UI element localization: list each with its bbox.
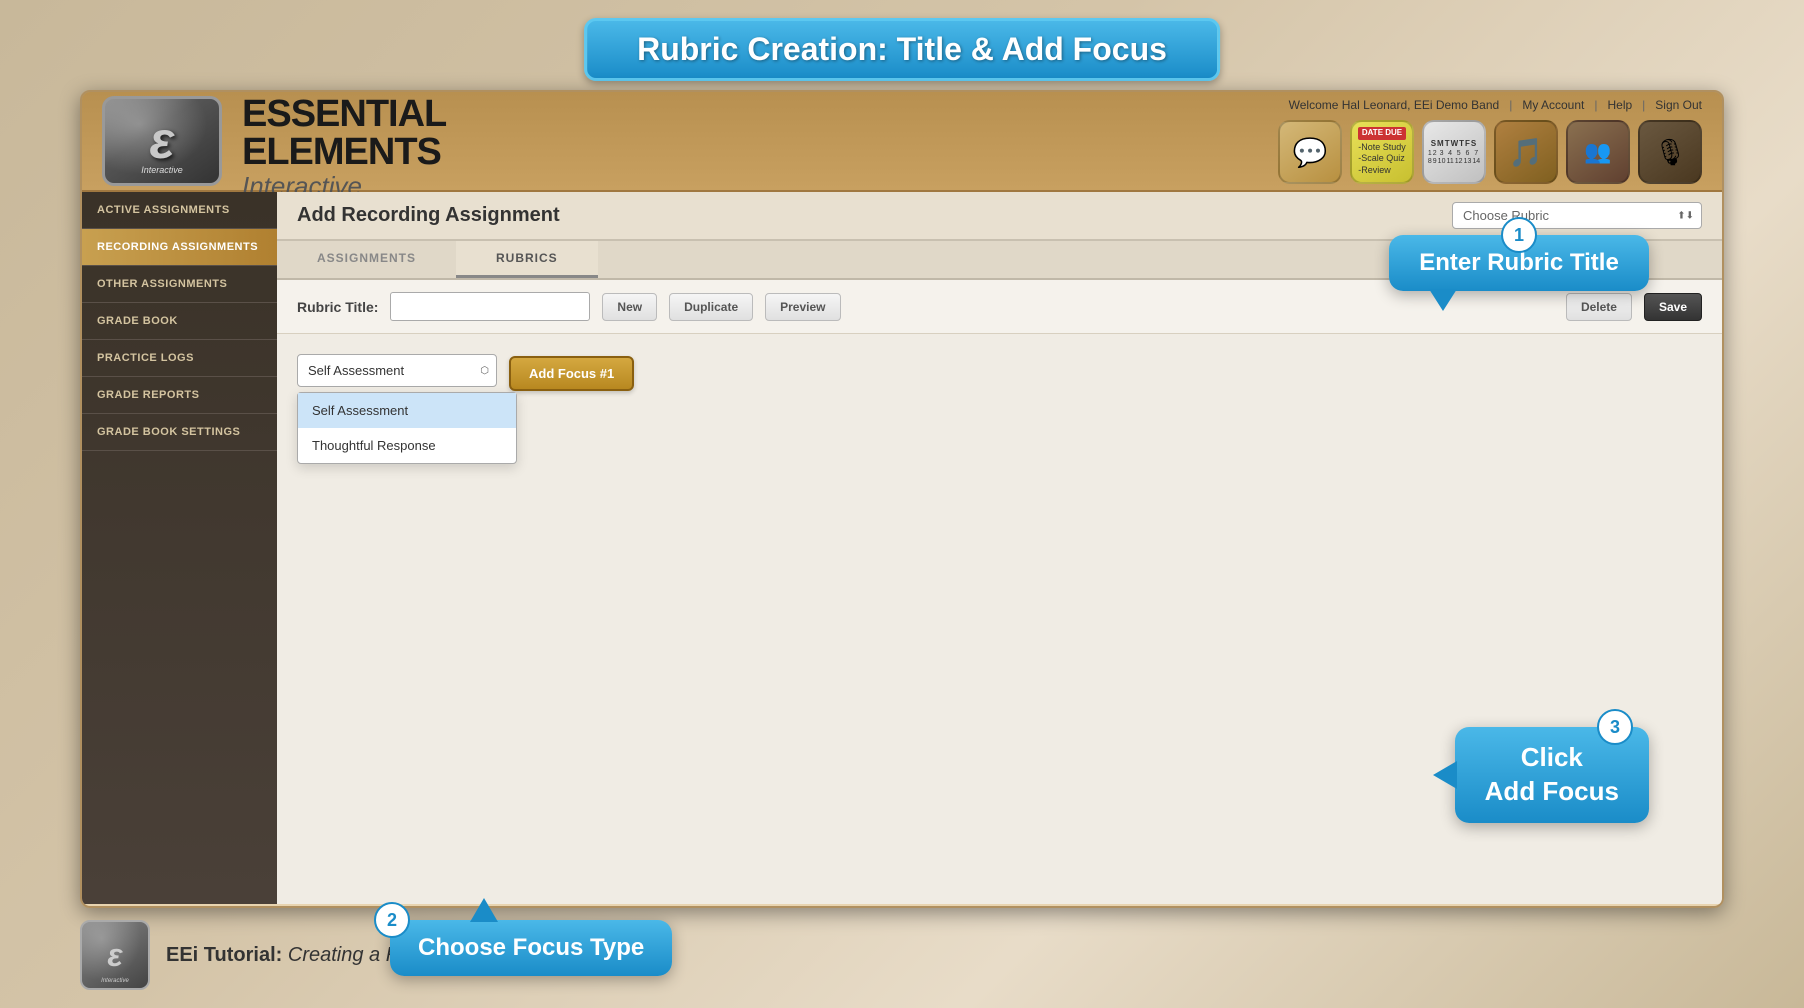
- sidebar-item-active-assignments[interactable]: ACTIVE ASSIGNMENTS: [82, 192, 277, 229]
- focus-type-select[interactable]: Self Assessment: [297, 354, 497, 387]
- callout-2-label: Choose Focus Type: [418, 934, 644, 961]
- choose-rubric-select[interactable]: Choose Rubric: [1452, 202, 1702, 229]
- header-right: Welcome Hal Leonard, EEi Demo Band | My …: [1278, 98, 1702, 184]
- callout-1-container: 1 Enter Rubric Title: [1389, 235, 1649, 291]
- new-button[interactable]: New: [602, 293, 657, 321]
- tab-rubrics[interactable]: RUBRICS: [456, 241, 598, 278]
- help-link[interactable]: Help: [1607, 98, 1632, 112]
- callout-3-container: 3 ClickAdd Focus: [1455, 727, 1649, 823]
- callout-2-arrow: [470, 898, 498, 922]
- dropdown-item-self-assessment[interactable]: Self Assessment: [298, 393, 516, 428]
- preview-button[interactable]: Preview: [765, 293, 840, 321]
- callout-2-number: 2: [374, 902, 410, 938]
- title-text: Rubric Creation: Title & Add Focus: [637, 31, 1167, 68]
- sidebar-item-grade-book[interactable]: GRADE BOOK: [82, 303, 277, 340]
- focus-selector-row: Self Assessment Self Assessment Thoughtf…: [297, 354, 1702, 391]
- microphone-icon[interactable]: 🎙: [1638, 120, 1702, 184]
- focus-type-wrapper: Self Assessment Self Assessment Thoughtf…: [297, 354, 497, 387]
- dropdown-item-thoughtful-response[interactable]: Thoughtful Response: [298, 428, 516, 463]
- essential-text: ESSENTIAL: [242, 95, 1278, 133]
- content-title: Add Recording Assignment: [297, 204, 560, 227]
- brand-text: HAL LEONARD ESSENTIAL ELEMENTS Interacti…: [242, 90, 1278, 202]
- callout-2-container: 2 Choose Focus Type: [390, 920, 672, 976]
- welcome-text: Welcome Hal Leonard, EEi Demo Band: [1289, 98, 1500, 112]
- app-header: ε Interactive HAL LEONARD ESSENTIAL ELEM…: [82, 92, 1722, 192]
- app-logo: ε Interactive: [102, 96, 222, 186]
- callout-1: 1 Enter Rubric Title: [1389, 235, 1649, 291]
- add-focus-button[interactable]: Add Focus #1: [509, 356, 634, 391]
- footer-logo-subtitle: Interactive: [101, 978, 129, 984]
- logo-letter: ε: [150, 111, 175, 171]
- sidebar-item-practice-logs[interactable]: PRACTICE LOGS: [82, 340, 277, 377]
- header-icons: 💬 DATE DUE -Note Study -Scale Quiz -Revi…: [1278, 120, 1702, 184]
- callout-1-arrow: [1429, 289, 1457, 311]
- sidebar-item-recording-assignments[interactable]: RECORDING ASSIGNMENTS: [82, 229, 277, 266]
- tab-assignments[interactable]: ASSIGNMENTS: [277, 241, 456, 278]
- footer-logo-letter: ε: [107, 937, 122, 974]
- callout-3: 3 ClickAdd Focus: [1455, 727, 1649, 823]
- sidebar-item-grade-book-settings[interactable]: GRADE BOOK SETTINGS: [82, 414, 277, 451]
- callout-3-number: 3: [1597, 709, 1633, 745]
- elements-text: ELEMENTS: [242, 133, 1278, 171]
- rubric-title-label: Rubric Title:: [297, 299, 378, 315]
- calendar-icon[interactable]: SMTWTFS 1234567 891011121314: [1422, 120, 1486, 184]
- footer-logo: ε Interactive: [80, 920, 150, 990]
- welcome-bar: Welcome Hal Leonard, EEi Demo Band | My …: [1289, 98, 1702, 112]
- title-banner: Rubric Creation: Title & Add Focus: [584, 18, 1220, 81]
- my-account-link[interactable]: My Account: [1522, 98, 1584, 112]
- focus-dropdown-list: Self Assessment Thoughtful Response: [297, 392, 517, 464]
- notes-icon[interactable]: DATE DUE -Note Study -Scale Quiz -Review: [1350, 120, 1414, 184]
- sign-out-link[interactable]: Sign Out: [1655, 98, 1702, 112]
- chat-icon[interactable]: 💬: [1278, 120, 1342, 184]
- callout-1-number: 1: [1501, 217, 1537, 253]
- focus-area: Self Assessment Self Assessment Thoughtf…: [277, 334, 1722, 411]
- callout-2: 2 Choose Focus Type: [390, 920, 672, 976]
- delete-button[interactable]: Delete: [1566, 293, 1632, 321]
- rubric-title-input[interactable]: [390, 292, 590, 321]
- duplicate-button[interactable]: Duplicate: [669, 293, 753, 321]
- sidebar: ACTIVE ASSIGNMENTS RECORDING ASSIGNMENTS…: [82, 192, 277, 904]
- sidebar-item-grade-reports[interactable]: GRADE REPORTS: [82, 377, 277, 414]
- band-icon[interactable]: 👥: [1566, 120, 1630, 184]
- save-button[interactable]: Save: [1644, 293, 1702, 321]
- sidebar-item-other-assignments[interactable]: OTHER ASSIGNMENTS: [82, 266, 277, 303]
- choose-rubric-wrapper: Choose Rubric ⬆⬇: [1452, 202, 1702, 229]
- music-icon[interactable]: 🎵: [1494, 120, 1558, 184]
- callout-3-arrow: [1433, 761, 1457, 789]
- callout-1-label: Enter Rubric Title: [1419, 249, 1619, 276]
